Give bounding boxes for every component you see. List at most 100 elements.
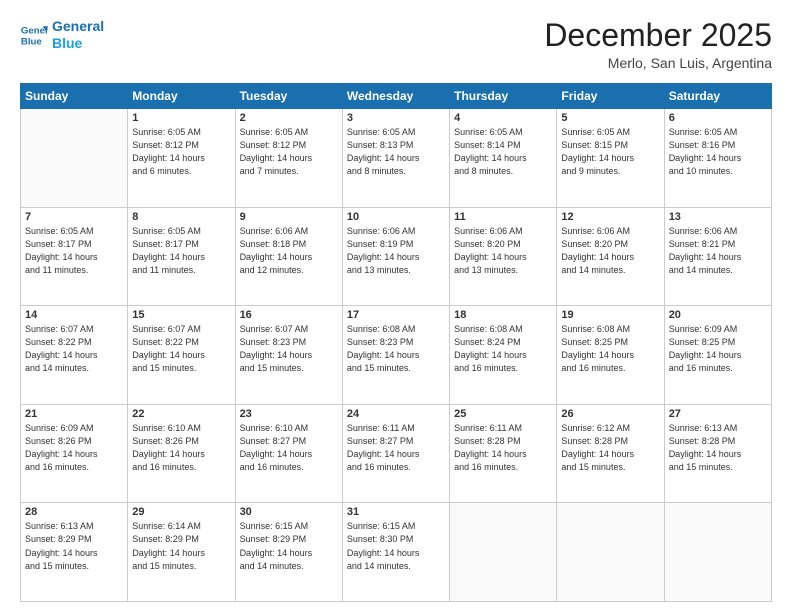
main-title: December 2025 bbox=[544, 18, 772, 53]
cell-day-number: 15 bbox=[132, 309, 230, 321]
week-row-0: 1 Sunrise: 6:05 AMSunset: 8:12 PMDaylight… bbox=[21, 109, 772, 208]
cell-day-number: 1 bbox=[132, 112, 230, 124]
calendar-cell: 16Sunrise: 6:07 AMSunset: 8:23 PMDayligh… bbox=[235, 306, 342, 405]
calendar-cell: 28 Sunrise: 6:13 AMSunset: 8:29 PMDayligh… bbox=[21, 503, 128, 602]
cell-info: Sunrise: 6:14 AMSunset: 8:29 PMDaylight:… bbox=[132, 520, 230, 572]
weekday-header-wednesday: Wednesday bbox=[342, 84, 449, 109]
calendar-cell: 4 Sunrise: 6:05 AMSunset: 8:14 PMDaylight… bbox=[450, 109, 557, 208]
cell-info: Sunrise: 6:12 AMSunset: 8:28 PMDaylight:… bbox=[561, 422, 659, 474]
calendar-cell: 13 Sunrise: 6:06 AMSunset: 8:21 PMDayligh… bbox=[664, 207, 771, 306]
calendar-cell: 18 Sunrise: 6:08 AMSunset: 8:24 PMDayligh… bbox=[450, 306, 557, 405]
cell-info: Sunrise: 6:10 AMSunset: 8:26 PMDaylight:… bbox=[132, 422, 230, 474]
week-row-2: 14Sunrise: 6:07 AMSunset: 8:22 PMDayligh… bbox=[21, 306, 772, 405]
cell-day-number: 17 bbox=[347, 309, 445, 321]
calendar-cell: 31 Sunrise: 6:15 AMSunset: 8:30 PMDayligh… bbox=[342, 503, 449, 602]
calendar-cell: 9Sunrise: 6:06 AMSunset: 8:18 PMDaylight… bbox=[235, 207, 342, 306]
cell-info: Sunrise: 6:15 AMSunset: 8:30 PMDaylight:… bbox=[347, 520, 445, 572]
calendar-cell: 17 Sunrise: 6:08 AMSunset: 8:23 PMDayligh… bbox=[342, 306, 449, 405]
weekday-header-saturday: Saturday bbox=[664, 84, 771, 109]
cell-info: Sunrise: 6:05 AMSunset: 8:14 PMDaylight:… bbox=[454, 126, 552, 178]
calendar-cell bbox=[450, 503, 557, 602]
calendar-cell: 8Sunrise: 6:05 AMSunset: 8:17 PMDaylight… bbox=[128, 207, 235, 306]
weekday-header-thursday: Thursday bbox=[450, 84, 557, 109]
cell-info: Sunrise: 6:06 AMSunset: 8:21 PMDaylight:… bbox=[669, 225, 767, 277]
week-row-3: 21Sunrise: 6:09 AMSunset: 8:26 PMDayligh… bbox=[21, 404, 772, 503]
calendar-table: SundayMondayTuesdayWednesdayThursdayFrid… bbox=[20, 83, 772, 602]
cell-info: Sunrise: 6:08 AMSunset: 8:24 PMDaylight:… bbox=[454, 323, 552, 375]
cell-day-number: 12 bbox=[561, 211, 659, 223]
cell-day-number: 11 bbox=[454, 211, 552, 223]
weekday-header-monday: Monday bbox=[128, 84, 235, 109]
calendar-cell: 26Sunrise: 6:12 AMSunset: 8:28 PMDayligh… bbox=[557, 404, 664, 503]
cell-day-number: 10 bbox=[347, 211, 445, 223]
cell-day-number: 6 bbox=[669, 112, 767, 124]
cell-day-number: 13 bbox=[669, 211, 767, 223]
cell-day-number: 23 bbox=[240, 408, 338, 420]
cell-info: Sunrise: 6:13 AMSunset: 8:29 PMDaylight:… bbox=[25, 520, 123, 572]
cell-day-number: 31 bbox=[347, 506, 445, 518]
calendar-cell: 21Sunrise: 6:09 AMSunset: 8:26 PMDayligh… bbox=[21, 404, 128, 503]
header: General Blue General Blue December 2025 … bbox=[20, 18, 772, 71]
title-block: December 2025 Merlo, San Luis, Argentina bbox=[544, 18, 772, 71]
calendar-cell: 14Sunrise: 6:07 AMSunset: 8:22 PMDayligh… bbox=[21, 306, 128, 405]
page: General Blue General Blue December 2025 … bbox=[0, 0, 792, 612]
cell-day-number: 8 bbox=[132, 211, 230, 223]
cell-info: Sunrise: 6:05 AMSunset: 8:12 PMDaylight:… bbox=[132, 126, 230, 178]
calendar-cell: 24 Sunrise: 6:11 AMSunset: 8:27 PMDayligh… bbox=[342, 404, 449, 503]
calendar-cell: 2Sunrise: 6:05 AMSunset: 8:12 PMDaylight… bbox=[235, 109, 342, 208]
cell-info: Sunrise: 6:11 AMSunset: 8:27 PMDaylight:… bbox=[347, 422, 445, 474]
weekday-header-row: SundayMondayTuesdayWednesdayThursdayFrid… bbox=[21, 84, 772, 109]
calendar-body: 1 Sunrise: 6:05 AMSunset: 8:12 PMDaylight… bbox=[21, 109, 772, 602]
cell-day-number: 24 bbox=[347, 408, 445, 420]
logo-text: General Blue bbox=[52, 18, 104, 52]
cell-info: Sunrise: 6:05 AMSunset: 8:13 PMDaylight:… bbox=[347, 126, 445, 178]
logo: General Blue General Blue bbox=[20, 18, 104, 52]
cell-day-number: 21 bbox=[25, 408, 123, 420]
cell-info: Sunrise: 6:11 AMSunset: 8:28 PMDaylight:… bbox=[454, 422, 552, 474]
cell-day-number: 22 bbox=[132, 408, 230, 420]
cell-day-number: 4 bbox=[454, 112, 552, 124]
weekday-header-sunday: Sunday bbox=[21, 84, 128, 109]
week-row-1: 7 Sunrise: 6:05 AMSunset: 8:17 PMDaylight… bbox=[21, 207, 772, 306]
calendar-cell: 12 Sunrise: 6:06 AMSunset: 8:20 PMDayligh… bbox=[557, 207, 664, 306]
cell-info: Sunrise: 6:09 AMSunset: 8:25 PMDaylight:… bbox=[669, 323, 767, 375]
weekday-header-tuesday: Tuesday bbox=[235, 84, 342, 109]
cell-info: Sunrise: 6:08 AMSunset: 8:23 PMDaylight:… bbox=[347, 323, 445, 375]
cell-day-number: 20 bbox=[669, 309, 767, 321]
calendar-cell: 23Sunrise: 6:10 AMSunset: 8:27 PMDayligh… bbox=[235, 404, 342, 503]
cell-day-number: 5 bbox=[561, 112, 659, 124]
cell-day-number: 18 bbox=[454, 309, 552, 321]
calendar-cell: 1 Sunrise: 6:05 AMSunset: 8:12 PMDaylight… bbox=[128, 109, 235, 208]
cell-info: Sunrise: 6:13 AMSunset: 8:28 PMDaylight:… bbox=[669, 422, 767, 474]
cell-day-number: 19 bbox=[561, 309, 659, 321]
cell-day-number: 27 bbox=[669, 408, 767, 420]
cell-day-number: 14 bbox=[25, 309, 123, 321]
subtitle: Merlo, San Luis, Argentina bbox=[544, 55, 772, 71]
weekday-header-friday: Friday bbox=[557, 84, 664, 109]
cell-day-number: 30 bbox=[240, 506, 338, 518]
cell-day-number: 16 bbox=[240, 309, 338, 321]
calendar-cell: 3 Sunrise: 6:05 AMSunset: 8:13 PMDaylight… bbox=[342, 109, 449, 208]
cell-info: Sunrise: 6:06 AMSunset: 8:20 PMDaylight:… bbox=[561, 225, 659, 277]
calendar-cell: 10 Sunrise: 6:06 AMSunset: 8:19 PMDayligh… bbox=[342, 207, 449, 306]
week-row-4: 28 Sunrise: 6:13 AMSunset: 8:29 PMDayligh… bbox=[21, 503, 772, 602]
calendar-cell: 20 Sunrise: 6:09 AMSunset: 8:25 PMDayligh… bbox=[664, 306, 771, 405]
calendar-cell bbox=[557, 503, 664, 602]
calendar-cell: 25Sunrise: 6:11 AMSunset: 8:28 PMDayligh… bbox=[450, 404, 557, 503]
calendar-cell: 19 Sunrise: 6:08 AMSunset: 8:25 PMDayligh… bbox=[557, 306, 664, 405]
calendar-cell: 30 Sunrise: 6:15 AMSunset: 8:29 PMDayligh… bbox=[235, 503, 342, 602]
cell-info: Sunrise: 6:06 AMSunset: 8:19 PMDaylight:… bbox=[347, 225, 445, 277]
calendar-cell: 7 Sunrise: 6:05 AMSunset: 8:17 PMDaylight… bbox=[21, 207, 128, 306]
cell-info: Sunrise: 6:08 AMSunset: 8:25 PMDaylight:… bbox=[561, 323, 659, 375]
calendar-cell: 29 Sunrise: 6:14 AMSunset: 8:29 PMDayligh… bbox=[128, 503, 235, 602]
calendar-cell: 6Sunrise: 6:05 AMSunset: 8:16 PMDaylight… bbox=[664, 109, 771, 208]
cell-day-number: 7 bbox=[25, 211, 123, 223]
svg-text:Blue: Blue bbox=[21, 36, 42, 47]
cell-info: Sunrise: 6:05 AMSunset: 8:15 PMDaylight:… bbox=[561, 126, 659, 178]
cell-day-number: 3 bbox=[347, 112, 445, 124]
cell-day-number: 2 bbox=[240, 112, 338, 124]
cell-info: Sunrise: 6:05 AMSunset: 8:17 PMDaylight:… bbox=[25, 225, 123, 277]
cell-day-number: 28 bbox=[25, 506, 123, 518]
cell-day-number: 29 bbox=[132, 506, 230, 518]
cell-info: Sunrise: 6:15 AMSunset: 8:29 PMDaylight:… bbox=[240, 520, 338, 572]
